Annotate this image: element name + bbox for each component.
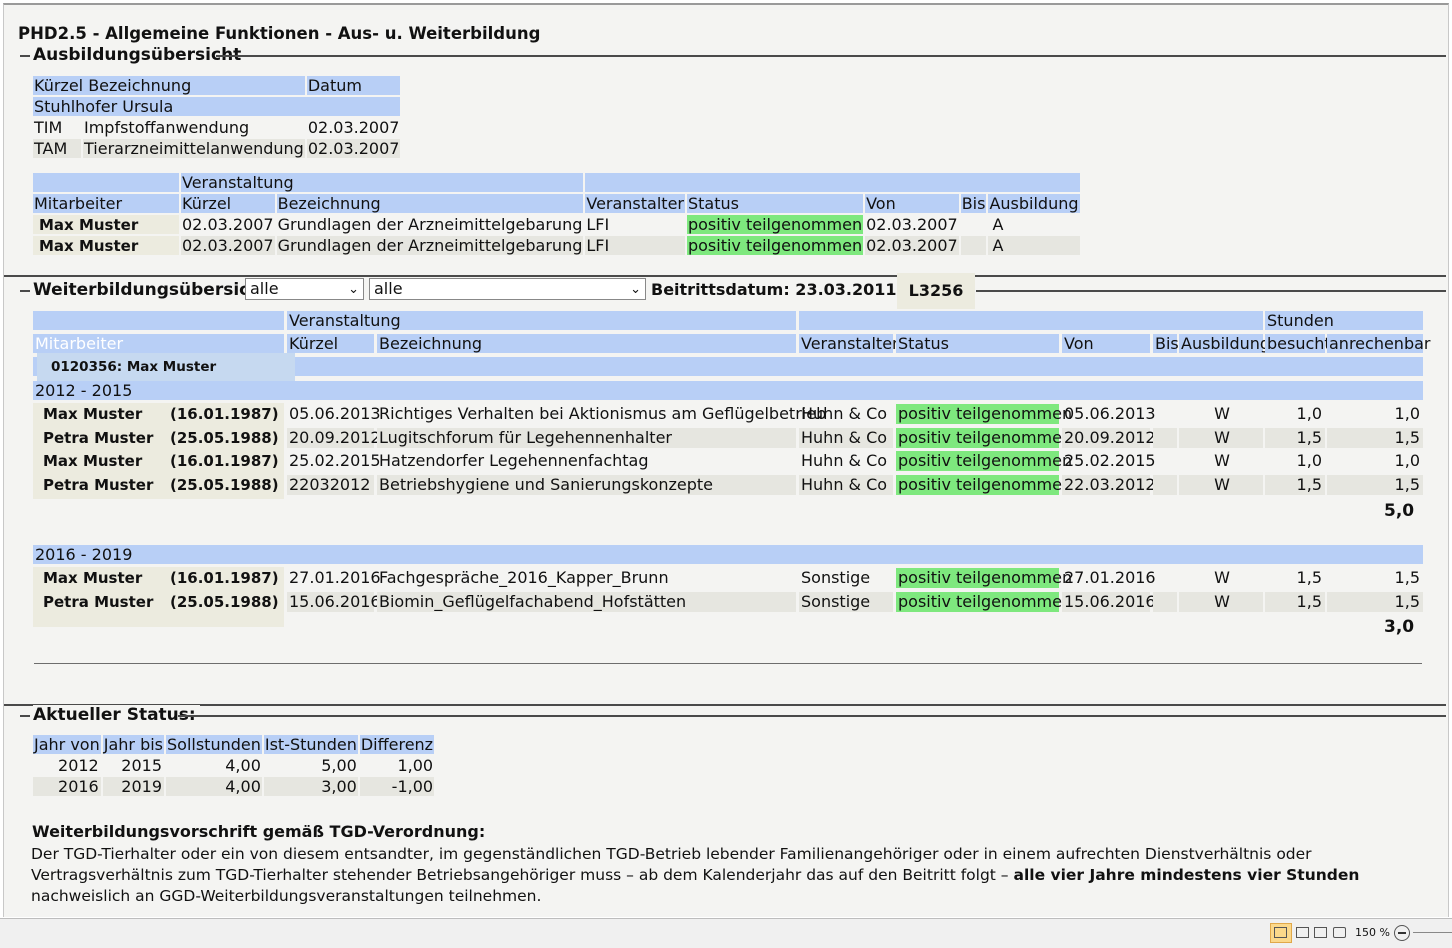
vorschrift-text-line1: Der TGD-Tierhalter oder ein von diesem e…: [31, 845, 1312, 863]
header-datum: Datum: [306, 76, 401, 95]
divider: [34, 663, 1422, 664]
weiterbildung-section-title: Weiterbildungsübersicht: [33, 280, 270, 300]
status-badge: positiv teilgenommen: [896, 591, 1073, 612]
section-rule: [976, 290, 1446, 292]
table-row: TAM Tierarzneimittelanwendung 02.03.2007: [33, 139, 401, 158]
period-header: 2016 - 2019: [33, 545, 1423, 564]
section-rule: [216, 55, 1446, 57]
header-kuerzel-bezeichnung: Kürzel Bezeichnung: [33, 76, 305, 95]
section-rule: [178, 715, 1446, 717]
page-layout-icon[interactable]: [1296, 927, 1309, 938]
vorschrift-heading: Weiterbildungsvorschrift gemäß TGD-Veror…: [32, 822, 486, 841]
employee-name: Max Muster: [43, 452, 143, 470]
section-rule: [4, 704, 1446, 706]
status-table: Jahr von Jahr bis Sollstunden Ist-Stunde…: [33, 735, 435, 796]
header-mitarbeiter[interactable]: Mitarbeiter: [33, 334, 284, 353]
section-rule: [4, 275, 1446, 277]
section-rule: [20, 715, 30, 717]
section-rule: [20, 55, 30, 57]
content-area: PHD2.5 - Allgemeine Funktionen - Aus- u.…: [3, 3, 1449, 917]
zoom-out-icon[interactable]: [1394, 925, 1410, 941]
employee-birthdate: (16.01.1987): [170, 405, 279, 423]
employee-birthdate: (16.01.1987): [170, 452, 279, 470]
vorschrift-text-line3: nachweislich an GGD-Weiterbildungsverans…: [31, 887, 542, 905]
table-row: 2012 2015 4,00 5,00 1,00: [58, 756, 434, 775]
ausbildung-section-title: Ausbildungsübersicht: [33, 45, 242, 65]
normal-view-icon[interactable]: [1270, 923, 1292, 943]
employee-birthdate: (25.05.1988): [170, 475, 279, 494]
chevron-down-icon: ⌄: [348, 282, 359, 297]
page-title: PHD2.5 - Allgemeine Funktionen - Aus- u.…: [18, 24, 541, 43]
period-header: 2012 - 2015: [33, 381, 1423, 400]
table-row: Max Muster 02.03.2007 Grundlagen der Arz…: [33, 215, 1080, 234]
employee-name: Petra Muster: [43, 428, 154, 447]
employee-name: Petra Muster: [43, 475, 154, 494]
status-badge: positiv teilgenommen: [896, 427, 1073, 448]
zoom-level: 150 %: [1355, 926, 1390, 939]
ausbildung-table: Kürzel Bezeichnung Datum Stuhlhofer Ursu…: [31, 74, 402, 160]
employee-name: Max Muster: [43, 569, 143, 587]
zoom-slider[interactable]: [1413, 932, 1452, 933]
employee-name: Petra Muster: [43, 592, 154, 611]
employee-birthdate: (25.05.1988): [170, 592, 279, 611]
status-badge: positiv teilgenommen: [896, 474, 1073, 495]
status-badge: positiv teilgenommen: [896, 568, 1073, 588]
person-row: Stuhlhofer Ursula: [33, 97, 401, 116]
period-filter-select[interactable]: alle ⌄: [245, 278, 364, 300]
stunden-header: Stunden: [1265, 311, 1423, 330]
employee-birthdate: (25.05.1988): [170, 428, 279, 447]
betrieb-code-badge: L3256: [897, 273, 975, 309]
vorschrift-text-line2: Vertragsverhältnis zum TGD-Tierhalter st…: [31, 866, 1360, 884]
status-badge: positiv teilgenommen: [686, 215, 864, 234]
table-row: 2016 2019 4,00 3,00 -1,00: [33, 777, 435, 796]
veranstaltung-header: Veranstaltung: [287, 311, 796, 330]
employee-filter-select[interactable]: alle ⌄: [369, 278, 646, 300]
status-section-title: Aktueller Status:: [33, 705, 200, 725]
status-badge: positiv teilgenommen: [896, 404, 1073, 424]
employee-tooltip: 0120356: Max Muster: [37, 353, 295, 381]
employee-name: Max Muster: [43, 405, 143, 423]
table-row: TIM Impfstoffanwendung 02.03.2007: [33, 118, 401, 137]
status-badge: positiv teilgenommen: [896, 451, 1073, 471]
beitrittsdatum-label: Beitrittsdatum: 23.03.2011 -: [651, 280, 909, 299]
section-rule: [20, 290, 30, 292]
table-row: Max Muster 02.03.2007 Grundlagen der Arz…: [33, 236, 1080, 255]
status-badge: positiv teilgenommen: [686, 236, 864, 255]
reading-view-icon[interactable]: [1314, 927, 1327, 938]
ausbildung-events-table: Veranstaltung Mitarbeiter Kürzel Bezeich…: [33, 173, 1080, 255]
status-bar: 150 %: [0, 918, 1452, 948]
chevron-down-icon: ⌄: [630, 282, 641, 297]
web-view-icon[interactable]: [1333, 927, 1346, 938]
veranstaltung-header: Veranstaltung: [181, 173, 584, 192]
period-total: 5,0: [1384, 501, 1415, 521]
period-total: 3,0: [1384, 617, 1415, 637]
employee-birthdate: (16.01.1987): [170, 569, 279, 587]
